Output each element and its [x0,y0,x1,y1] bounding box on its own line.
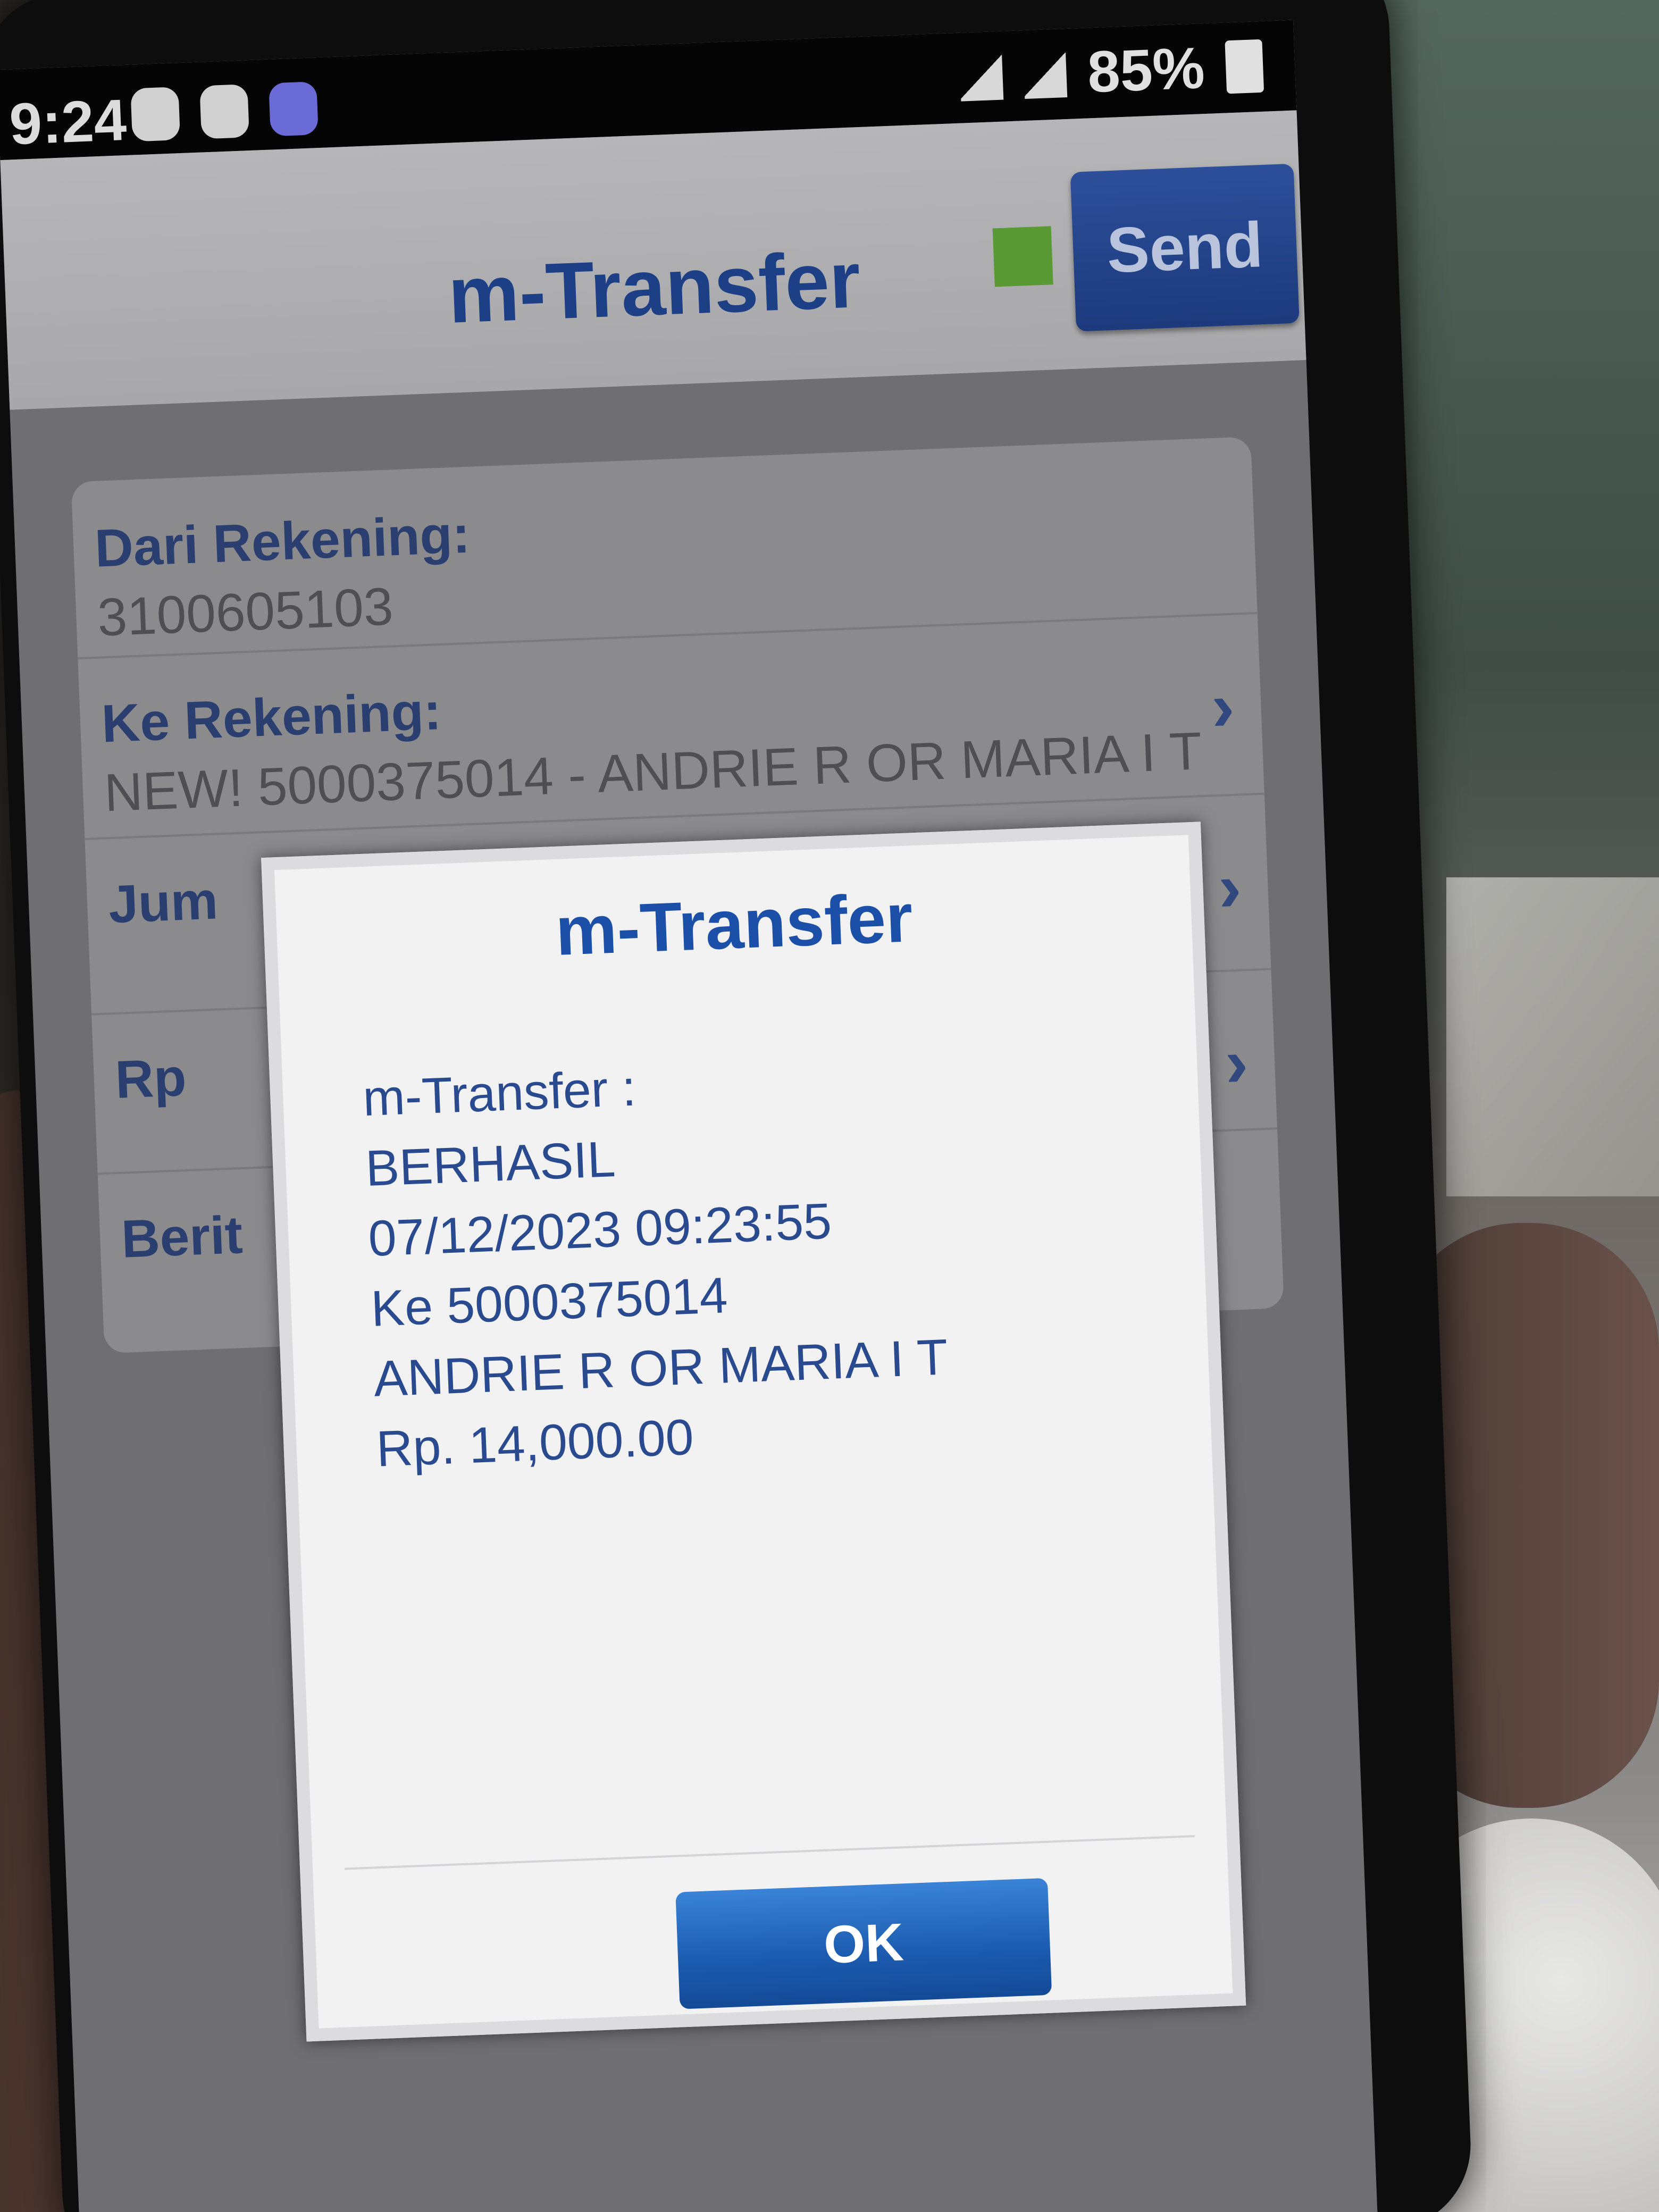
notification-icon [269,81,319,137]
app-header: m-Transfer Send [0,110,1306,410]
ok-button[interactable]: OK [675,1878,1052,2009]
status-indicator [992,226,1053,287]
signal-icon [959,52,1004,102]
dialog-message: m-Transfer : BERHASIL 07/12/2023 09:23:5… [362,1034,1148,1485]
battery-icon [1225,39,1264,94]
notification-icon [130,87,181,142]
phone-screen: 9:24 85% m-Transfer Send Dari Rekening: … [0,20,1379,2212]
status-right: 85% [959,32,1264,111]
dialog-title: m-Transfer [554,878,915,970]
photo-background: 9:24 85% m-Transfer Send Dari Rekening: … [0,0,1659,2212]
notification-icon [199,84,250,139]
signal-icon [1023,49,1068,99]
status-time: 9:24 [8,87,128,157]
send-button[interactable]: Send [1070,163,1300,332]
battery-percent: 85% [1086,35,1206,105]
phone-device: 9:24 85% m-Transfer Send Dari Rekening: … [0,0,1474,2212]
divider [345,1835,1195,1870]
transfer-result-dialog: m-Transfer m-Transfer : BERHASIL 07/12/2… [261,822,1246,2042]
notification-icons [130,81,319,142]
background-floor-tile [1446,877,1659,1196]
